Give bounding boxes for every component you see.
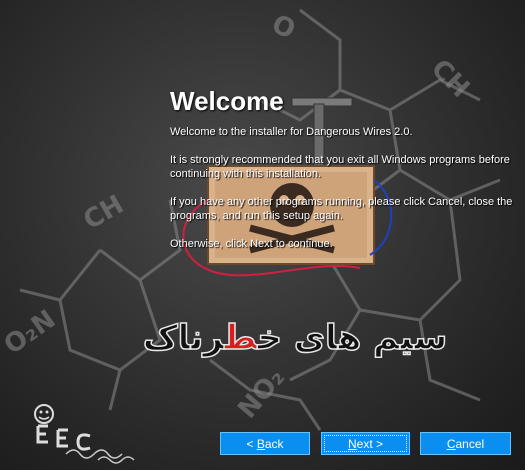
recommendation-paragraph: It is strongly recommended that you exit… <box>170 154 510 180</box>
back-button-label: ack <box>264 436 284 451</box>
cancel-button-accelerator: C <box>446 436 456 451</box>
next-button[interactable]: Next > <box>321 432 410 455</box>
svg-text:NO₂: NO₂ <box>232 363 290 425</box>
continue-instruction-paragraph: Otherwise, click Next to continue. <box>170 238 333 250</box>
logo-text-end: رناک <box>142 317 225 359</box>
next-button-accelerator: N <box>347 436 357 451</box>
cancel-button-label: ancel <box>455 436 485 451</box>
eec-studio-logo <box>34 404 135 464</box>
svg-text:CH: CH <box>79 190 129 236</box>
page-title: Welcome <box>170 86 284 116</box>
next-button-label: ext > <box>356 436 384 451</box>
svg-text:O₂N: O₂N <box>0 304 61 360</box>
cancel-instruction-paragraph: If you have any other programs running, … <box>170 196 513 222</box>
back-button-prefix: < <box>246 436 257 451</box>
logo-text-start: سیم های خ <box>257 317 448 359</box>
svg-text:O: O <box>267 9 300 46</box>
game-title-logo: سیم های خطرناک <box>130 317 460 364</box>
intro-paragraph: Welcome to the installer for Dangerous W… <box>170 126 413 138</box>
svg-text:CH: CH <box>425 54 475 104</box>
logo-text-red: ط <box>224 317 258 359</box>
welcome-message: Welcome to the installer for Dangerous W… <box>170 125 515 265</box>
cancel-button[interactable]: Cancel <box>420 432 511 455</box>
back-button[interactable]: < Back <box>220 432 310 455</box>
back-button-accelerator: B <box>256 436 265 451</box>
